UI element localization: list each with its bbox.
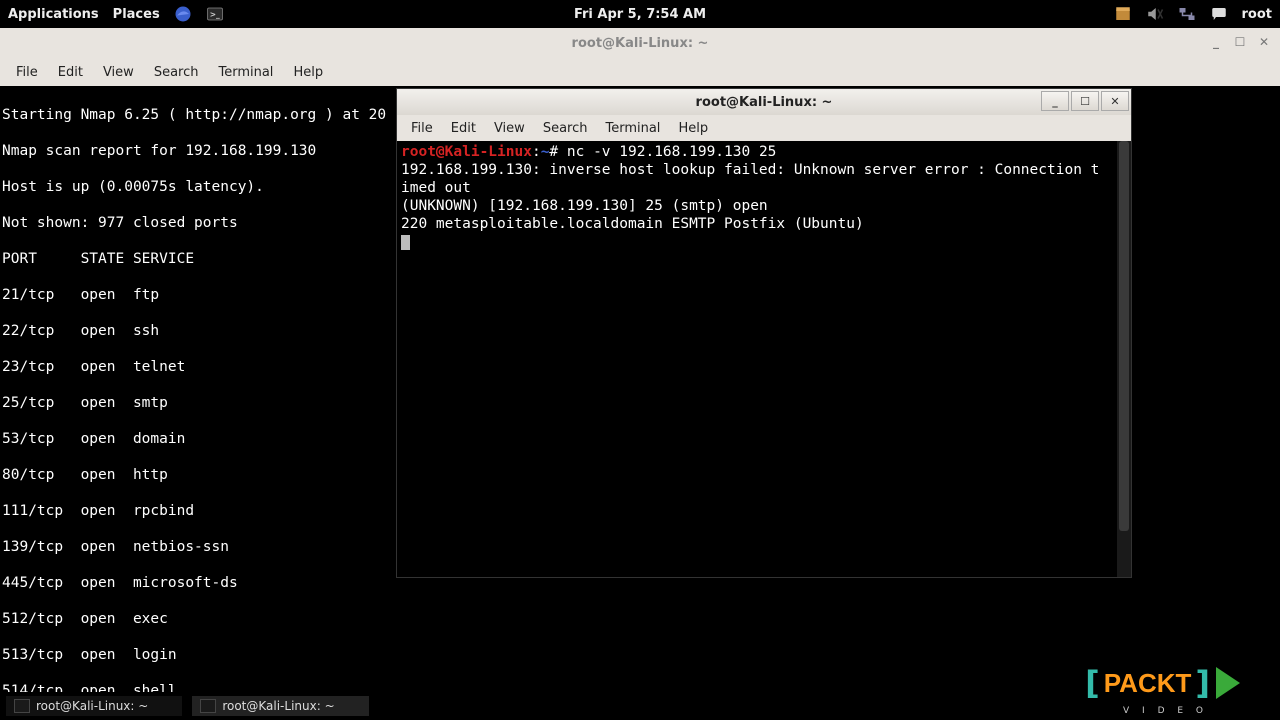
bracket-icon: [ (1085, 664, 1100, 702)
bg-menu-file[interactable]: File (8, 62, 46, 83)
top-panel: Applications Places >_ Fri Apr 5, 7:54 A… (0, 0, 1280, 28)
taskbar-item-terminal-1[interactable]: root@Kali-Linux: ~ (6, 696, 182, 716)
bg-menubar: File Edit View Search Terminal Help (0, 58, 1280, 86)
bg-menu-edit[interactable]: Edit (50, 62, 91, 83)
volume-icon[interactable] (1146, 5, 1164, 23)
bg-maximize-button[interactable]: ☐ (1228, 32, 1252, 52)
places-menu[interactable]: Places (113, 7, 160, 22)
fg-terminal[interactable]: root@Kali-Linux:~# nc -v 192.168.199.130… (397, 141, 1131, 577)
taskbar-item-label: root@Kali-Linux: ~ (222, 699, 334, 713)
bg-menu-help[interactable]: Help (285, 62, 331, 83)
fg-minimize-button[interactable]: _ (1041, 91, 1069, 111)
fg-scrollbar[interactable] (1117, 141, 1131, 577)
packt-watermark: [ PACKT ] (1085, 664, 1240, 702)
packt-sublabel: V I D E O (1123, 706, 1208, 716)
fg-menu-search[interactable]: Search (535, 119, 596, 138)
chat-icon[interactable] (1210, 5, 1228, 23)
bg-menu-search[interactable]: Search (146, 62, 207, 83)
fg-line: (UNKNOWN) [192.168.199.130] 25 (smtp) op… (401, 197, 1127, 215)
terminal-launcher-icon[interactable]: >_ (206, 5, 224, 23)
clock[interactable]: Fri Apr 5, 7:54 AM (574, 7, 706, 22)
fg-menu-help[interactable]: Help (670, 119, 716, 138)
fg-maximize-button[interactable]: ☐ (1071, 91, 1099, 111)
bg-menu-view[interactable]: View (95, 62, 142, 83)
updates-icon[interactable] (1114, 5, 1132, 23)
fg-cursor (401, 235, 410, 250)
fg-close-button[interactable]: ✕ (1101, 91, 1129, 111)
bg-close-button[interactable]: ✕ (1252, 32, 1276, 52)
bg-window-title: root@Kali-Linux: ~ (572, 36, 709, 51)
fg-line: imed out (401, 179, 1127, 197)
terminal-icon (14, 699, 30, 713)
fg-prompt-user: root@Kali-Linux (401, 144, 532, 160)
fg-menu-edit[interactable]: Edit (443, 119, 484, 138)
bg-line: 513/tcp open login (2, 646, 1278, 664)
fg-menu-terminal[interactable]: Terminal (597, 119, 668, 138)
user-menu[interactable]: root (1242, 7, 1273, 22)
applications-menu[interactable]: Applications (8, 7, 99, 22)
fg-line: 192.168.199.130: inverse host lookup fai… (401, 161, 1127, 179)
taskbar-item-terminal-2[interactable]: root@Kali-Linux: ~ (192, 696, 368, 716)
packt-logo-text: PACKT (1104, 668, 1192, 699)
svg-text:>_: >_ (209, 10, 219, 19)
fg-titlebar[interactable]: root@Kali-Linux: ~ _ ☐ ✕ (397, 89, 1131, 115)
bg-line: 512/tcp open exec (2, 610, 1278, 628)
fg-window[interactable]: root@Kali-Linux: ~ _ ☐ ✕ File Edit View … (396, 88, 1132, 578)
play-icon (1216, 667, 1240, 699)
network-icon[interactable] (1178, 5, 1196, 23)
fg-prompt-line: root@Kali-Linux:~# nc -v 192.168.199.130… (401, 143, 1127, 161)
fg-command: nc -v 192.168.199.130 25 (567, 144, 777, 160)
fg-line: 220 metasploitable.localdomain ESMTP Pos… (401, 215, 1127, 233)
fg-menu-file[interactable]: File (403, 119, 441, 138)
fg-cursor-line (401, 233, 1127, 251)
fg-scrollbar-thumb[interactable] (1119, 141, 1129, 531)
fg-menubar: File Edit View Search Terminal Help (397, 115, 1131, 141)
iceweasel-icon[interactable] (174, 5, 192, 23)
bg-menu-terminal[interactable]: Terminal (210, 62, 281, 83)
bracket-icon: ] (1195, 664, 1210, 702)
taskbar-item-label: root@Kali-Linux: ~ (36, 699, 148, 713)
bg-window-titlebar[interactable]: root@Kali-Linux: ~ _ ☐ ✕ (0, 28, 1280, 58)
terminal-icon (200, 699, 216, 713)
fg-menu-view[interactable]: View (486, 119, 533, 138)
fg-window-title: root@Kali-Linux: ~ (696, 95, 833, 110)
bg-minimize-button[interactable]: _ (1204, 32, 1228, 52)
